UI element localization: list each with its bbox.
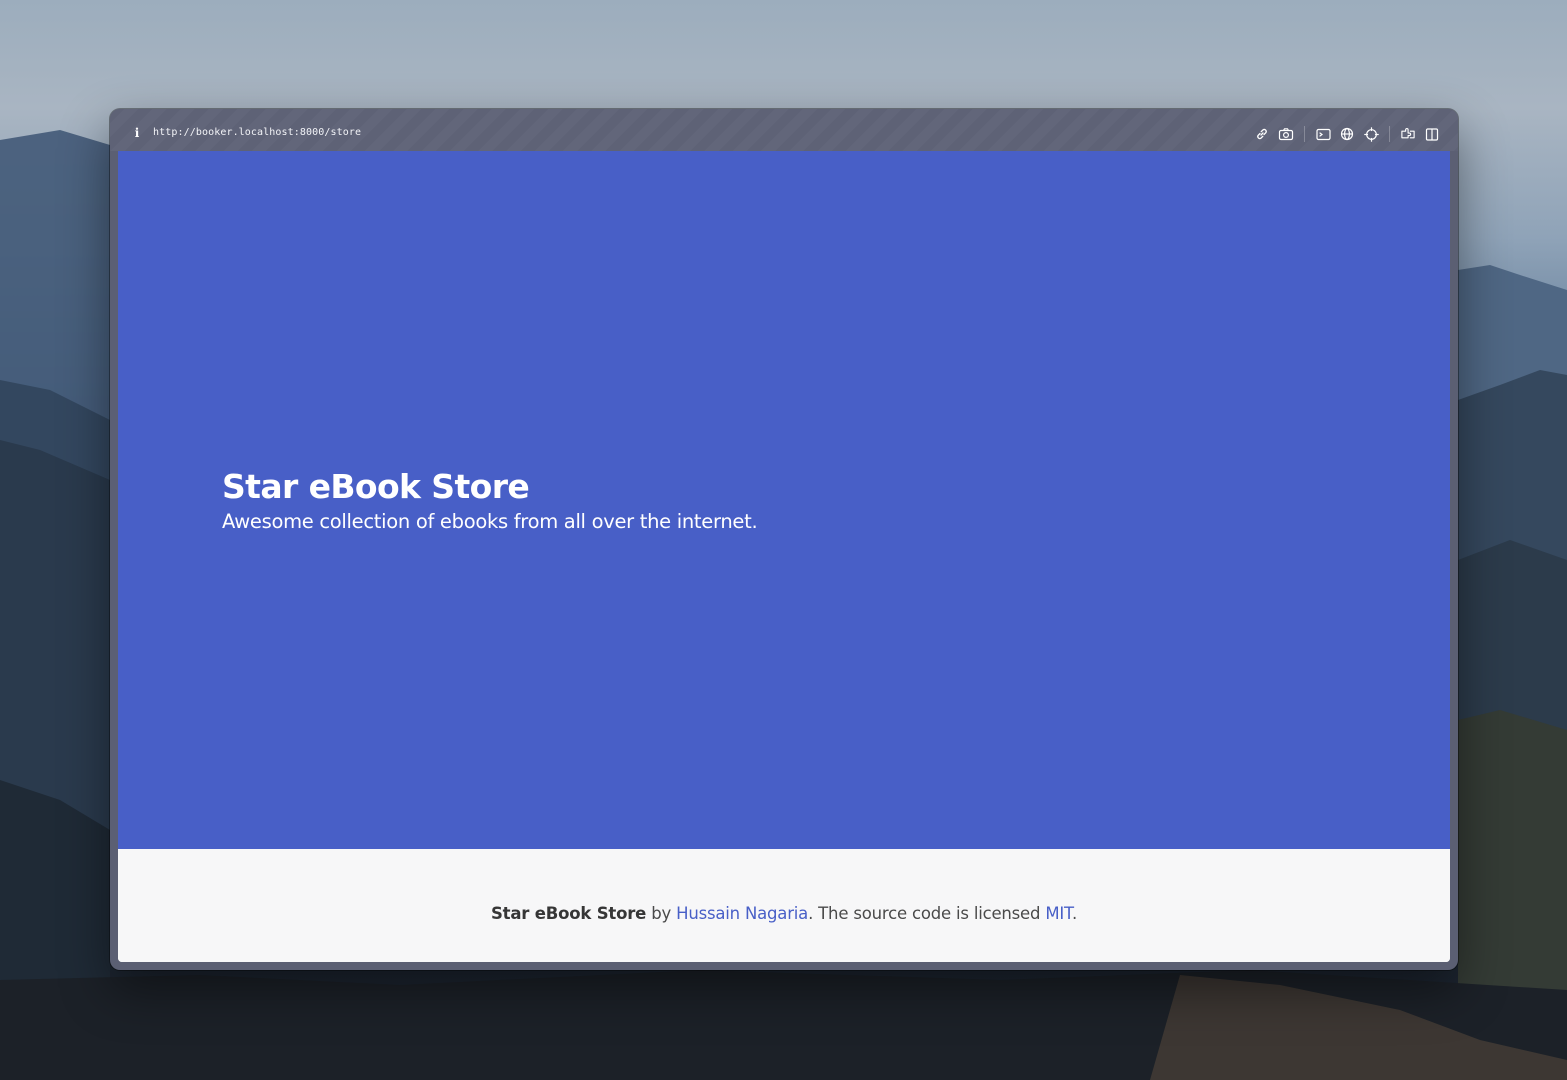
browser-toolbar: i http://booker.localhost:8000/store: [110, 109, 1458, 151]
toolbar-icon-group: [1246, 125, 1440, 143]
browser-window: i http://booker.localhost:8000/store Sta…: [110, 109, 1458, 970]
hero-subtitle: Awesome collection of ebooks from all ov…: [222, 510, 758, 533]
camera-icon[interactable]: [1278, 126, 1294, 142]
footer-by-text: by: [646, 904, 677, 923]
hero-section: Star eBook Store Awesome collection of e…: [118, 151, 1450, 849]
footer-text: Star eBook Store by Hussain Nagaria. The…: [118, 902, 1450, 926]
footer-end-text: .: [1071, 904, 1078, 923]
desktop-background: i http://booker.localhost:8000/store Sta…: [0, 0, 1567, 1080]
page-viewport: Star eBook Store Awesome collection of e…: [118, 151, 1450, 962]
toolbar-separator: [1304, 126, 1305, 142]
footer-license-text: . The source code is licensed: [808, 904, 1046, 923]
hero-title: Star eBook Store: [222, 467, 530, 506]
extensions-icon[interactable]: [1400, 126, 1416, 142]
split-view-icon[interactable]: [1424, 126, 1440, 142]
author-link[interactable]: Hussain Nagaria: [676, 904, 808, 923]
page-footer: Star eBook Store by Hussain Nagaria. The…: [118, 849, 1450, 962]
address-bar-url[interactable]: http://booker.localhost:8000/store: [153, 126, 361, 140]
license-link[interactable]: MIT: [1045, 904, 1072, 923]
footer-brand: Star eBook Store: [490, 904, 647, 923]
toolbar-separator: [1389, 126, 1390, 142]
crosshair-icon[interactable]: [1363, 126, 1379, 142]
terminal-icon[interactable]: [1315, 126, 1331, 142]
globe-icon[interactable]: [1339, 126, 1355, 142]
link-icon[interactable]: [1254, 126, 1270, 142]
info-icon[interactable]: i: [132, 126, 142, 140]
